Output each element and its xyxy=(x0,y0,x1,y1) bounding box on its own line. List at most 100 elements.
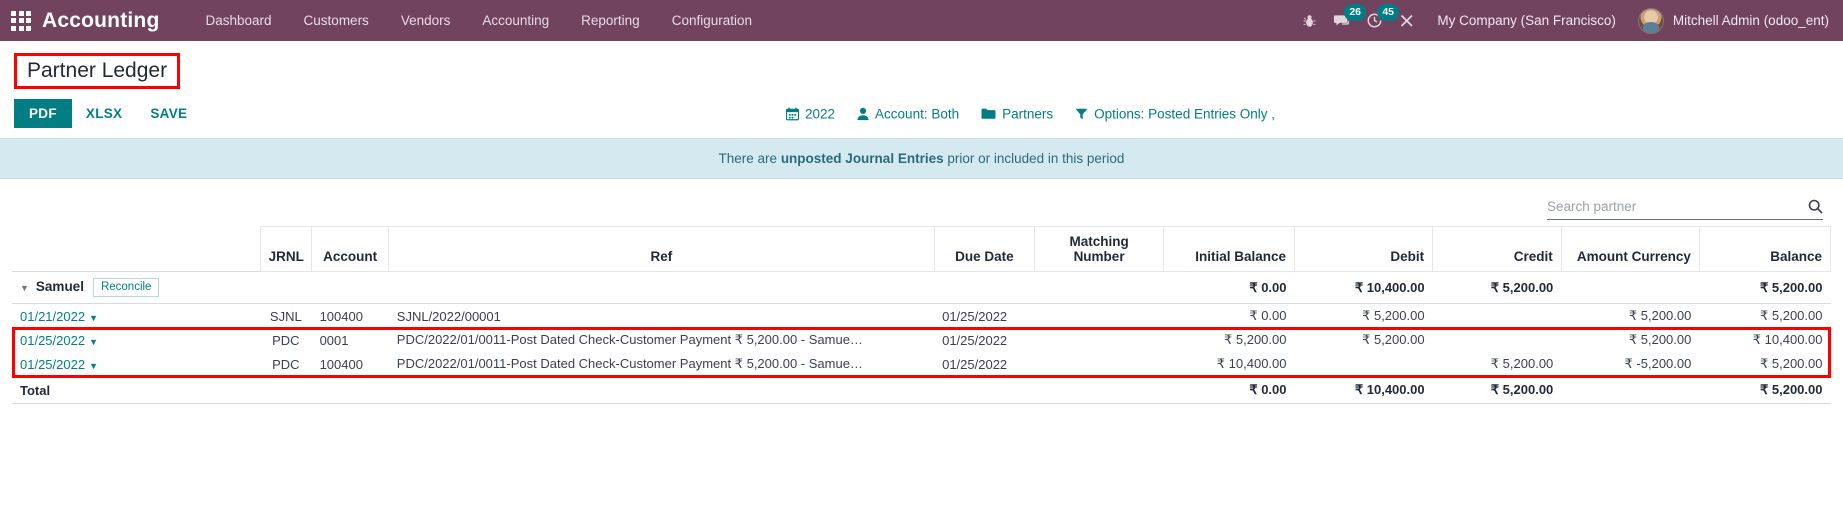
save-button[interactable]: SAVE xyxy=(136,99,201,128)
messages-badge: 26 xyxy=(1344,3,1367,21)
total-label-cell: Total xyxy=(12,376,261,405)
row-initial-balance-cell: ₹ 5,200.00 xyxy=(1224,332,1287,348)
partner-ref-cell xyxy=(388,271,935,305)
row-ref-cell: PDC/2022/01/0011-Post Dated Check-Custom… xyxy=(396,356,863,372)
system-icons: 26 45 xyxy=(1302,3,1415,31)
menu-item-reporting[interactable]: Reporting xyxy=(565,2,656,39)
row-account-cell: 0001 xyxy=(319,332,349,348)
table-row[interactable]: 01/25/2022 ▼ PDC 0001 PDC/2022/01/0011-Po… xyxy=(12,328,1831,352)
header-credit: Credit xyxy=(1432,226,1562,273)
search-icon[interactable] xyxy=(1808,199,1823,214)
table-header-row: JRNL Account Ref Due Date Matching Numbe… xyxy=(12,226,1832,273)
partner-balance-cell: ₹ 5,200.00 xyxy=(1699,271,1831,305)
row-ref-cell: SJNL/2022/00001 xyxy=(396,308,501,324)
search-row xyxy=(0,179,1843,226)
header-due-date: Due Date xyxy=(933,226,1036,273)
row-debit-cell: ₹ 5,200.00 xyxy=(1362,332,1425,348)
apps-grid-icon[interactable] xyxy=(8,8,34,34)
row-date-cell[interactable]: 01/25/2022 ▼ xyxy=(12,352,260,377)
filter-options[interactable]: Options: Posted Entries Only , xyxy=(1075,106,1275,121)
total-amount-currency-cell xyxy=(1561,376,1700,405)
app-brand-accounting[interactable]: Accounting xyxy=(42,9,160,33)
report-toolbar: PDF XLSX SAVE 2022 Account: Both Partner… xyxy=(0,89,1843,138)
row-jrnl-cell: PDC xyxy=(272,332,300,348)
partner-jrnl-cell xyxy=(260,271,312,305)
menu-item-vendors[interactable]: Vendors xyxy=(385,2,467,39)
row-ref-cell: PDC/2022/01/0011-Post Dated Check-Custom… xyxy=(396,332,863,348)
filter-account-type-label: Account: Both xyxy=(875,106,960,122)
search-input[interactable] xyxy=(1547,197,1808,217)
total-initial-balance-cell: ₹ 0.00 xyxy=(1163,376,1295,405)
header-amount-currency: Amount Currency xyxy=(1560,226,1700,273)
chevron-down-icon[interactable]: ▼ xyxy=(89,361,98,371)
row-account-cell: 100400 xyxy=(319,308,363,324)
top-navbar: Accounting Dashboard Customers Vendors A… xyxy=(0,0,1843,41)
row-credit-cell xyxy=(1433,328,1562,352)
menu-item-accounting[interactable]: Accounting xyxy=(466,2,565,39)
row-date-link[interactable]: 01/25/2022 xyxy=(20,333,85,348)
header-initial-balance: Initial Balance xyxy=(1162,226,1296,273)
chevron-down-icon[interactable]: ▼ xyxy=(89,313,98,323)
search-box[interactable] xyxy=(1547,197,1823,221)
row-date-cell[interactable]: 01/21/2022 ▼ xyxy=(12,304,260,329)
row-initial-balance-cell: ₹ 0.00 xyxy=(1249,308,1287,324)
total-due-date-cell xyxy=(934,376,1035,405)
filter-partners-label: Partners xyxy=(1002,106,1054,122)
row-credit-cell: ₹ 5,200.00 xyxy=(1490,356,1554,372)
partner-initial-balance-cell: ₹ 0.00 xyxy=(1163,271,1295,305)
row-date-cell[interactable]: 01/25/2022 ▼ xyxy=(12,328,260,352)
menu-item-customers[interactable]: Customers xyxy=(288,2,385,39)
row-date-link[interactable]: 01/21/2022 xyxy=(20,309,85,324)
header-ref: Ref xyxy=(388,226,935,273)
menu-item-configuration[interactable]: Configuration xyxy=(656,2,768,39)
company-selector[interactable]: My Company (San Francisco) xyxy=(1437,13,1616,28)
reconcile-button[interactable]: Reconcile xyxy=(92,278,160,298)
export-xlsx-button[interactable]: XLSX xyxy=(72,99,136,128)
main-menu: Dashboard Customers Vendors Accounting R… xyxy=(190,2,769,39)
filter-partners[interactable]: Partners xyxy=(981,106,1053,121)
activities-clock-icon[interactable]: 45 xyxy=(1366,3,1400,31)
partner-matching-cell xyxy=(1034,271,1164,305)
header-jrnl: JRNL xyxy=(259,226,313,273)
export-pdf-button[interactable]: PDF xyxy=(14,99,72,129)
row-balance-cell: ₹ 5,200.00 xyxy=(1760,308,1823,324)
calendar-icon xyxy=(786,107,799,120)
header-partner-col xyxy=(12,226,261,272)
filter-date-range[interactable]: 2022 xyxy=(786,106,835,121)
row-date-link[interactable]: 01/25/2022 xyxy=(20,357,85,372)
table-row[interactable]: 01/25/2022 ▼ PDC 100400 PDC/2022/01/0011-… xyxy=(12,352,1831,377)
chevron-down-icon[interactable]: ▼ xyxy=(89,337,98,347)
tools-icon[interactable] xyxy=(1399,11,1415,31)
folder-icon xyxy=(981,108,996,120)
ledger-table-wrap: JRNL Account Ref Due Date Matching Numbe… xyxy=(0,226,1843,405)
partner-cell[interactable]: ▼ Samuel Reconcile xyxy=(12,271,261,305)
user-name-label: Mitchell Admin (odoo_ent) xyxy=(1672,13,1829,28)
alert-prefix: There are xyxy=(718,151,781,167)
total-matching-cell xyxy=(1034,376,1164,405)
table-row[interactable]: 01/21/2022 ▼ SJNL 100400 SJNL/2022/00001 … xyxy=(12,304,1831,329)
row-debit-cell: ₹ 5,200.00 xyxy=(1362,308,1425,324)
total-credit-cell: ₹ 5,200.00 xyxy=(1432,376,1562,405)
row-amount-currency-cell: ₹ -5,200.00 xyxy=(1624,356,1692,372)
header-account: Account xyxy=(311,226,390,273)
filter-account-type[interactable]: Account: Both xyxy=(857,106,959,121)
partner-ledger-table: JRNL Account Ref Due Date Matching Numbe… xyxy=(12,226,1832,405)
row-due-date-cell: 01/25/2022 xyxy=(942,356,1008,372)
partner-account-cell xyxy=(311,271,389,305)
page-body: Partner Ledger PDF XLSX SAVE 2022 Accoun… xyxy=(0,41,1843,405)
row-amount-currency-cell: ₹ 5,200.00 xyxy=(1628,332,1692,348)
partner-group-row[interactable]: ▼ Samuel Reconcile ₹ 0.00 ₹ 10,400.00 ₹ 5,… xyxy=(12,271,1831,305)
messages-icon[interactable]: 26 xyxy=(1333,3,1367,31)
menu-item-dashboard[interactable]: Dashboard xyxy=(190,2,288,39)
user-icon xyxy=(857,107,869,120)
filter-options-label: Options: Posted Entries Only , xyxy=(1094,106,1275,122)
partner-amount-currency-cell xyxy=(1561,271,1700,305)
user-menu[interactable]: Mitchell Admin (odoo_ent) xyxy=(1637,7,1829,34)
row-matching-cell xyxy=(1035,352,1164,377)
chevron-down-icon[interactable]: ▼ xyxy=(20,283,29,293)
alert-strong-text: unposted Journal Entries xyxy=(780,151,944,167)
bug-icon[interactable] xyxy=(1302,11,1317,31)
partner-due-date-cell xyxy=(934,271,1035,305)
row-matching-cell xyxy=(1035,304,1164,329)
row-credit-cell xyxy=(1433,304,1562,329)
